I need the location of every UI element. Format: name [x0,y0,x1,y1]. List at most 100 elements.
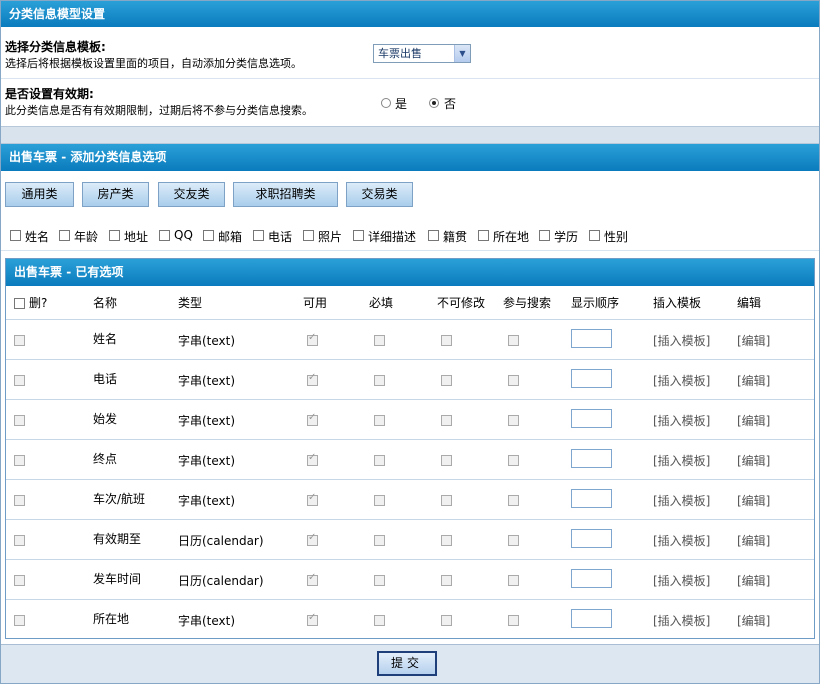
row-search-checkbox[interactable] [508,335,519,346]
row-delete-checkbox[interactable] [14,495,25,506]
row-required-checkbox[interactable] [374,415,385,426]
row-readonly-checkbox[interactable] [441,535,452,546]
row-edit-link[interactable]: [编辑] [737,572,770,589]
row-insert-link[interactable]: [插入模板] [653,372,710,389]
field-checkbox[interactable] [478,230,489,241]
row-required-checkbox[interactable] [374,535,385,546]
row-order-input[interactable] [571,409,612,428]
row-delete-checkbox[interactable] [14,375,25,386]
row-edit-link[interactable]: [编辑] [737,412,770,429]
field-checkbox[interactable] [253,230,264,241]
page-frame: 分类信息模型设置 选择分类信息模板: 选择后将根据模板设置里面的项目，自动添加分… [0,0,820,684]
row-edit-link[interactable]: [编辑] [737,372,770,389]
category-tab-trade[interactable]: 交易类 [346,182,413,207]
template-label: 选择分类信息模板: [5,40,106,54]
row-search-checkbox[interactable] [508,535,519,546]
submit-button[interactable]: 提交 [377,651,437,676]
field-checkbox[interactable] [203,230,214,241]
row-insert-link[interactable]: [插入模板] [653,332,710,349]
row-insert-link[interactable]: [插入模板] [653,572,710,589]
row-edit-link[interactable]: [编辑] [737,332,770,349]
field-checkbox[interactable] [539,230,550,241]
category-tab-general[interactable]: 通用类 [5,182,74,207]
existing-title-prefix: 出售车票 [14,265,63,279]
category-tab-friends[interactable]: 交友类 [158,182,225,207]
row-order-input[interactable] [571,569,612,588]
select-all-checkbox[interactable] [14,298,25,309]
field-checkbox[interactable] [159,230,170,241]
row-enabled-checkbox [307,412,318,426]
col-search: 参与搜索 [503,296,552,310]
row-readonly-checkbox[interactable] [441,415,452,426]
template-description: 选择后将根据模板设置里面的项目，自动添加分类信息选项。 [5,57,302,70]
row-search-checkbox[interactable] [508,455,519,466]
row-order-input[interactable] [571,609,612,628]
col-delete: 删? [29,296,48,310]
row-search-checkbox[interactable] [508,615,519,626]
row-order-input[interactable] [571,529,612,548]
row-delete-checkbox[interactable] [14,575,25,586]
row-order-input[interactable] [571,329,612,348]
row-readonly-checkbox[interactable] [441,455,452,466]
row-insert-link[interactable]: [插入模板] [653,412,710,429]
row-readonly-checkbox[interactable] [441,575,452,586]
section-divider [1,126,819,144]
row-delete-checkbox[interactable] [14,455,25,466]
row-insert-link[interactable]: [插入模板] [653,492,710,509]
row-required-checkbox[interactable] [374,575,385,586]
field-checkbox[interactable] [303,230,314,241]
field-label: 性别 [604,230,629,244]
col-name: 名称 [93,296,118,310]
chevron-down-icon[interactable]: ▼ [454,45,470,62]
row-type: 字串(text) [178,614,236,628]
row-delete-checkbox[interactable] [14,335,25,346]
row-required-checkbox[interactable] [374,455,385,466]
row-required-checkbox[interactable] [374,335,385,346]
field-label: 学历 [554,230,579,244]
row-order-input[interactable] [571,489,612,508]
field-label: 姓名 [25,230,50,244]
field-checkbox[interactable] [353,230,364,241]
row-insert-link[interactable]: [插入模板] [653,452,710,469]
row-order-input[interactable] [571,369,612,388]
field-checkbox[interactable] [10,230,21,241]
row-edit-link[interactable]: [编辑] [737,612,770,629]
row-search-checkbox[interactable] [508,375,519,386]
category-tab-jobs[interactable]: 求职招聘类 [233,182,338,207]
validity-no-radio[interactable] [429,98,439,108]
add-section-header: 出售车票 - 添加分类信息选项 [1,144,819,171]
row-insert-link[interactable]: [插入模板] [653,612,710,629]
row-search-checkbox[interactable] [508,495,519,506]
validity-no-label: 否 [444,97,457,111]
field-checkbox[interactable] [109,230,120,241]
row-edit-link[interactable]: [编辑] [737,492,770,509]
field-checkbox[interactable] [428,230,439,241]
row-enabled-checkbox [307,372,318,386]
row-required-checkbox[interactable] [374,615,385,626]
category-tab-realestate[interactable]: 房产类 [82,182,149,207]
row-type: 字串(text) [178,494,236,508]
row-readonly-checkbox[interactable] [441,615,452,626]
template-select[interactable]: 车票出售 ▼ [373,44,471,63]
row-required-checkbox[interactable] [374,375,385,386]
field-checkbox[interactable] [59,230,70,241]
row-delete-checkbox[interactable] [14,615,25,626]
row-type: 字串(text) [178,374,236,388]
field-checkbox[interactable] [589,230,600,241]
field-label: 邮箱 [218,230,243,244]
row-edit-link[interactable]: [编辑] [737,452,770,469]
row-readonly-checkbox[interactable] [441,335,452,346]
row-edit-link[interactable]: [编辑] [737,532,770,549]
row-insert-link[interactable]: [插入模板] [653,532,710,549]
row-search-checkbox[interactable] [508,415,519,426]
row-name: 电话 [93,372,118,386]
row-readonly-checkbox[interactable] [441,495,452,506]
existing-options-header: 出售车票 - 已有选项 [6,259,814,286]
row-order-input[interactable] [571,449,612,468]
validity-yes-radio[interactable] [381,98,391,108]
row-delete-checkbox[interactable] [14,535,25,546]
row-required-checkbox[interactable] [374,495,385,506]
row-readonly-checkbox[interactable] [441,375,452,386]
row-search-checkbox[interactable] [508,575,519,586]
row-delete-checkbox[interactable] [14,415,25,426]
